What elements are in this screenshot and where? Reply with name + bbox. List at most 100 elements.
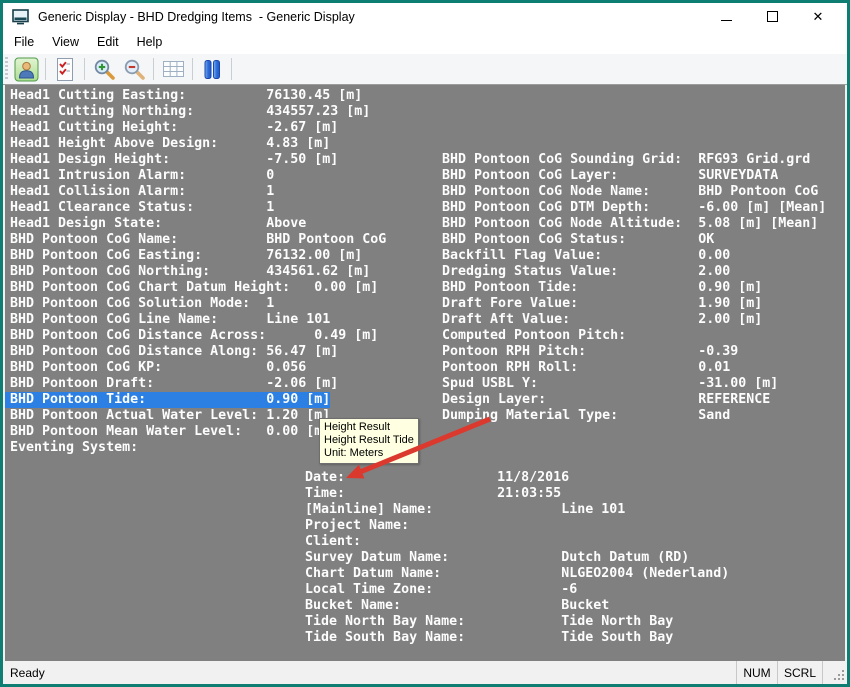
field-label: Head1 Height Above Design: [10, 136, 266, 151]
field-label: Head1 Intrusion Alarm: [10, 168, 266, 183]
field-label: BHD Pontoon Actual Water Level: [10, 408, 266, 423]
grid-button[interactable] [158, 55, 188, 83]
toolbar-separator [231, 58, 232, 80]
field-row[interactable]: Head1 Design Height: -7.50 [m] [5, 152, 338, 168]
field-row[interactable]: Backfill Flag Value: 0.00 [437, 248, 730, 264]
field-row[interactable]: Tide South Bay Name: Tide South Bay [300, 630, 673, 646]
field-row[interactable]: Tide North Bay Name: Tide North Bay [300, 614, 673, 630]
field-row[interactable]: BHD Pontoon CoG Chart Datum Height: 0.00… [5, 280, 378, 296]
menu-file[interactable]: File [5, 30, 43, 54]
field-row[interactable]: Chart Datum Name: NLGEO2004 (Nederland) [300, 566, 729, 582]
toolbar-grip[interactable] [4, 57, 11, 81]
bottom-field-block: Date: 11/8/2016Time: 21:03:55[Mainline] … [300, 470, 729, 646]
minimize-button[interactable] [703, 3, 749, 30]
field-row[interactable]: Bucket Name: Bucket [300, 598, 609, 614]
close-button[interactable]: ✕ [795, 3, 841, 30]
field-value: -7.50 [m] [266, 152, 338, 167]
num-lock-indicator: NUM [736, 661, 777, 684]
toolbar-separator [192, 58, 193, 80]
field-row[interactable]: Eventing System: [5, 440, 266, 456]
field-row[interactable]: Head1 Intrusion Alarm: 0 [5, 168, 274, 184]
field-row[interactable]: BHD Pontoon CoG Sounding Grid: RFG93 Gri… [437, 152, 810, 168]
field-value: 0.49 [m] [314, 328, 378, 343]
user-button[interactable] [11, 55, 41, 83]
field-row[interactable]: Head1 Cutting Height: -2.67 [m] [5, 120, 338, 136]
field-label: Eventing System: [10, 440, 266, 455]
app-icon [12, 9, 30, 25]
field-row[interactable]: Dumping Material Type: Sand [437, 408, 730, 424]
window-title: Generic Display - BHD Dredging Items - G… [38, 10, 703, 24]
zoom-out-button[interactable] [119, 55, 149, 83]
field-row[interactable]: Draft Fore Value: 1.90 [m] [437, 296, 762, 312]
field-row[interactable]: BHD Pontoon CoG KP: 0.056 [5, 360, 306, 376]
field-row[interactable]: BHD Pontoon CoG Distance Along: 56.47 [m… [5, 344, 338, 360]
field-row[interactable]: BHD Pontoon Tide: 0.90 [m] [5, 392, 330, 408]
field-row[interactable]: Project Name: [300, 518, 561, 534]
field-row[interactable]: Head1 Cutting Northing: 434557.23 [m] [5, 104, 370, 120]
field-row[interactable]: BHD Pontoon CoG DTM Depth: -6.00 [m] [Me… [437, 200, 826, 216]
field-label: Chart Datum Name: [305, 566, 561, 581]
field-row[interactable]: BHD Pontoon CoG Easting: 76132.00 [m] [5, 248, 362, 264]
field-value: 0.056 [266, 360, 306, 375]
resize-grip[interactable] [833, 661, 847, 684]
field-row[interactable]: BHD Pontoon CoG Status: OK [437, 232, 714, 248]
field-row[interactable]: [Mainline] Name: Line 101 [300, 502, 625, 518]
field-label: BHD Pontoon CoG Name: [10, 232, 266, 247]
field-row[interactable]: Time: 21:03:55 [300, 486, 561, 502]
menu-edit[interactable]: Edit [88, 30, 128, 54]
field-row[interactable]: Client: [300, 534, 561, 550]
field-row[interactable]: BHD Pontoon CoG Layer: SURVEYDATA [437, 168, 778, 184]
field-value: -6.00 [m] [Mean] [698, 200, 826, 215]
zoom-in-button[interactable] [89, 55, 119, 83]
menu-help[interactable]: Help [128, 30, 172, 54]
left-field-block: Head1 Cutting Easting: 76130.45 [m]Head1… [5, 88, 386, 456]
field-row[interactable]: BHD Pontoon CoG Northing: 434561.62 [m] [5, 264, 370, 280]
field-row[interactable]: Design Layer: REFERENCE [437, 392, 770, 408]
field-row[interactable]: Head1 Clearance Status: 1 [5, 200, 274, 216]
field-row[interactable]: BHD Pontoon CoG Node Altitude: 5.08 [m] … [437, 216, 818, 232]
field-row[interactable]: Survey Datum Name: Dutch Datum (RD) [300, 550, 689, 566]
field-label: BHD Pontoon CoG Layer: [442, 168, 698, 183]
field-label: Client: [305, 534, 561, 549]
field-row[interactable]: BHD Pontoon CoG Distance Across: 0.49 [m… [5, 328, 378, 344]
field-row[interactable]: Head1 Design State: Above [5, 216, 306, 232]
field-label: Head1 Design State: [10, 216, 266, 231]
field-row[interactable]: Local Time Zone: -6 [300, 582, 577, 598]
field-row[interactable]: BHD Pontoon CoG Node Name: BHD Pontoon C… [437, 184, 818, 200]
field-row[interactable]: Spud USBL Y: -31.00 [m] [437, 376, 778, 392]
field-label: Pontoon RPH Roll: [442, 360, 698, 375]
field-row[interactable]: Head1 Height Above Design: 4.83 [m] [5, 136, 330, 152]
menu-view[interactable]: View [43, 30, 88, 54]
field-row[interactable]: BHD Pontoon Actual Water Level: 1.20 [m] [5, 408, 330, 424]
field-row[interactable]: Date: 11/8/2016 [300, 470, 569, 486]
pause-button[interactable] [197, 55, 227, 83]
field-row[interactable]: BHD Pontoon CoG Line Name: Line 101 [5, 312, 330, 328]
field-value: Line 101 [561, 502, 625, 517]
field-label: Computed Pontoon Pitch: [442, 328, 698, 343]
field-value: 1.90 [m] [698, 296, 762, 311]
field-row[interactable]: Computed Pontoon Pitch: [437, 328, 698, 344]
field-label: BHD Pontoon CoG Distance Across: [10, 328, 314, 343]
field-row[interactable]: BHD Pontoon CoG Name: BHD Pontoon CoG [5, 232, 386, 248]
field-row[interactable]: Head1 Collision Alarm: 1 [5, 184, 274, 200]
field-label: BHD Pontoon Tide: [10, 392, 266, 407]
field-row[interactable]: Pontoon RPH Roll: 0.01 [437, 360, 730, 376]
field-row[interactable]: Head1 Cutting Easting: 76130.45 [m] [5, 88, 362, 104]
field-value: 2.00 [698, 264, 730, 279]
field-label: BHD Pontoon CoG Line Name: [10, 312, 266, 327]
field-label: Design Layer: [442, 392, 698, 407]
field-value: Line 101 [266, 312, 330, 327]
field-row[interactable]: BHD Pontoon Tide: 0.90 [m] [437, 280, 762, 296]
field-row[interactable]: Draft Aft Value: 2.00 [m] [437, 312, 762, 328]
field-row[interactable]: BHD Pontoon Mean Water Level: 0.00 [m] [5, 424, 330, 440]
field-row[interactable]: BHD Pontoon CoG Solution Mode: 1 [5, 296, 274, 312]
checklist-button[interactable] [50, 55, 80, 83]
field-row[interactable]: Pontoon RPH Pitch: -0.39 [437, 344, 738, 360]
field-value: 0 [266, 168, 274, 183]
field-value: 76130.45 [m] [266, 88, 362, 103]
field-row[interactable]: BHD Pontoon Draft: -2.06 [m] [5, 376, 338, 392]
field-row[interactable]: Dredging Status Value: 2.00 [437, 264, 730, 280]
field-value: Tide South Bay [561, 630, 673, 645]
field-label: BHD Pontoon Mean Water Level: [10, 424, 266, 439]
maximize-button[interactable] [749, 3, 795, 30]
